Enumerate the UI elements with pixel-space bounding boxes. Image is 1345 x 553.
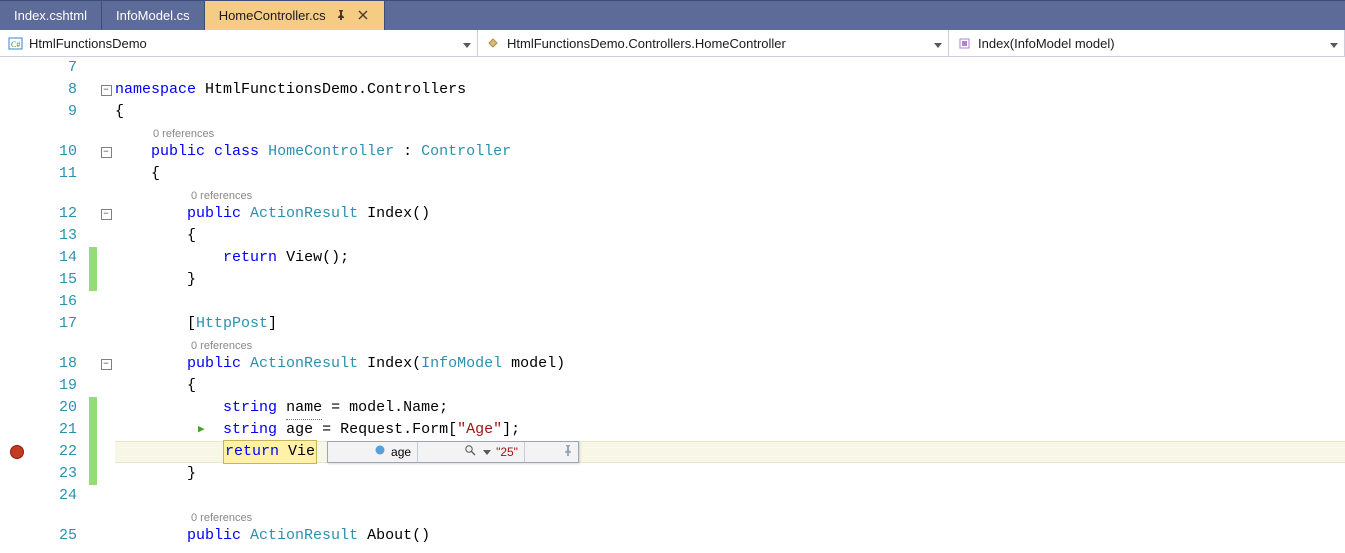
line-number: 18	[33, 353, 89, 375]
variable-icon	[334, 419, 386, 485]
datatip-variable: age	[391, 441, 411, 463]
line-number: 11	[33, 163, 89, 185]
chevron-down-icon	[1316, 36, 1338, 51]
code-editor[interactable]: 7 8 9 10 11 12 13 14 15 16 17 18 19 20 2…	[0, 57, 1345, 553]
line-number-gutter: 7 8 9 10 11 12 13 14 15 16 17 18 19 20 2…	[33, 57, 89, 553]
line-number: 13	[33, 225, 89, 247]
fold-toggle[interactable]: −	[101, 209, 112, 220]
line-number: 19	[33, 375, 89, 397]
tab-label: Index.cshtml	[14, 8, 87, 23]
svg-text:C#: C#	[11, 40, 20, 49]
line-number: 24	[33, 485, 89, 507]
glyph-margin[interactable]	[0, 57, 33, 553]
codelens-references[interactable]: 0 references	[115, 335, 1345, 353]
line-number: 20	[33, 397, 89, 419]
breakpoint-icon	[10, 445, 24, 459]
line-number: 23	[33, 463, 89, 485]
code-surface[interactable]: namespace HtmlFunctionsDemo.Controllers …	[115, 57, 1345, 553]
csharp-project-icon: C#	[8, 36, 23, 51]
fold-toggle[interactable]: −	[101, 359, 112, 370]
project-name: HtmlFunctionsDemo	[29, 36, 147, 51]
chevron-down-icon[interactable]	[483, 450, 491, 455]
execution-pointer-icon: ▶	[198, 419, 205, 441]
datatip-value: "25"	[496, 441, 518, 463]
line-number: 7	[33, 57, 89, 79]
codelens-references[interactable]: 0 references	[115, 507, 1345, 525]
breakpoint-glyph[interactable]	[0, 441, 33, 463]
member-name: Index(InfoModel model)	[978, 36, 1115, 51]
navigation-bar: C# HtmlFunctionsDemo HtmlFunctionsDemo.C…	[0, 30, 1345, 57]
line-number: 10	[33, 141, 89, 163]
codelens-references[interactable]: 0 references	[115, 185, 1345, 203]
line-number: 21	[33, 419, 89, 441]
chevron-down-icon	[449, 36, 471, 51]
line-number: 9	[33, 101, 89, 123]
document-tabstrip: Index.cshtml InfoModel.cs HomeController…	[0, 0, 1345, 30]
class-name: HtmlFunctionsDemo.Controllers.HomeContro…	[507, 36, 786, 51]
class-dropdown[interactable]: HtmlFunctionsDemo.Controllers.HomeContro…	[478, 30, 949, 56]
tab-homecontroller-cs[interactable]: HomeController.cs	[205, 1, 385, 30]
change-margin	[89, 57, 97, 553]
method-icon	[957, 36, 972, 51]
tab-label: HomeController.cs	[219, 8, 326, 23]
debug-datatip[interactable]: age "25"	[327, 441, 579, 463]
current-statement-highlight: return Vie	[223, 440, 317, 464]
project-dropdown[interactable]: C# HtmlFunctionsDemo	[0, 30, 478, 56]
codelens-references[interactable]: 0 references	[115, 123, 1345, 141]
member-dropdown[interactable]: Index(InfoModel model)	[949, 30, 1345, 56]
fold-toggle[interactable]: −	[101, 147, 112, 158]
line-number: 25	[33, 525, 89, 547]
close-icon[interactable]	[358, 10, 370, 22]
line-number: 14	[33, 247, 89, 269]
line-number: 8	[33, 79, 89, 101]
line-number: 12	[33, 203, 89, 225]
line-number: 22	[33, 441, 89, 463]
pin-icon[interactable]	[336, 10, 348, 22]
chevron-down-icon	[920, 36, 942, 51]
tab-label: InfoModel.cs	[116, 8, 190, 23]
pin-datatip-icon[interactable]	[525, 419, 578, 485]
search-icon[interactable]	[424, 419, 476, 485]
line-number: 17	[33, 313, 89, 335]
class-icon	[486, 36, 501, 51]
fold-toggle[interactable]: −	[101, 85, 112, 96]
tab-index-cshtml[interactable]: Index.cshtml	[0, 1, 102, 30]
line-number: 16	[33, 291, 89, 313]
tab-infomodel-cs[interactable]: InfoModel.cs	[102, 1, 205, 30]
outline-margin[interactable]: − − − −	[97, 57, 115, 553]
line-number: 15	[33, 269, 89, 291]
